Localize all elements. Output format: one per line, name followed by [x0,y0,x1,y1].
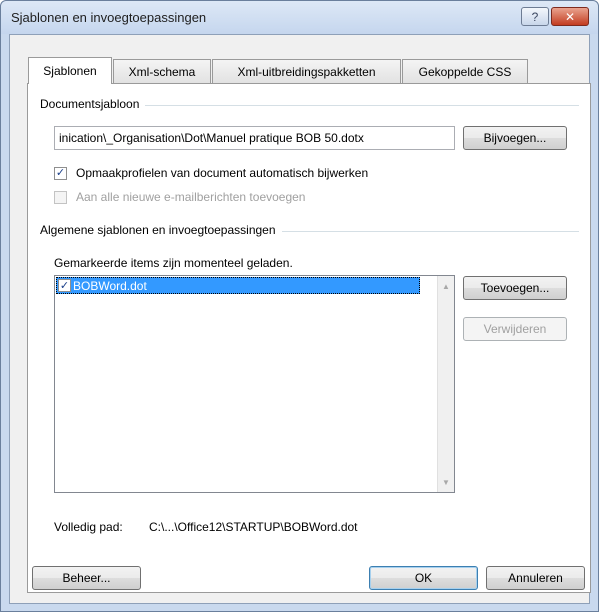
checkmark-icon: ✓ [55,167,66,179]
close-icon: ✕ [564,9,576,24]
tab-label: Xml-schema [128,64,196,79]
auto-update-styles-checkbox[interactable]: ✓ [54,167,67,180]
organizer-button[interactable]: Beheer... [32,566,141,590]
remove-button: Verwijderen [463,317,567,341]
help-button[interactable]: ? [521,7,549,26]
cancel-button[interactable]: Annuleren [486,566,585,590]
ok-button[interactable]: OK [369,566,478,590]
global-templates-group-label: Algemene sjablonen en invoegtoepassingen [40,223,282,237]
list-scrollbar[interactable]: ▲ ▼ [437,276,454,492]
tab-label: Xml-uitbreidingspakketten [237,64,376,79]
list-item[interactable]: ✓ BOBWord.dot [56,277,420,294]
add-button[interactable]: Toevoegen... [463,276,567,300]
attach-to-email-label: Aan alle nieuwe e-mailberichten toevoege… [76,190,306,204]
auto-update-styles-label[interactable]: Opmaakprofielen van document automatisch… [76,166,368,180]
item-checkbox[interactable]: ✓ [58,279,71,292]
full-path-label: Volledig pad: [54,520,123,534]
full-path-value: C:\...\Office12\STARTUP\BOBWord.dot [149,520,358,534]
title-bar[interactable]: Sjablonen en invoegtoepassingen ? ✕ [1,1,598,34]
tab-xml-schema[interactable]: Xml-schema [113,59,211,83]
help-icon: ? [531,9,539,24]
document-template-group-label: Documentsjabloon [40,97,146,111]
tab-label: Gekoppelde CSS [418,64,512,79]
tab-label: Sjablonen [43,64,97,78]
document-template-path-input[interactable]: inication\_Organisation\Dot\Manuel prati… [54,126,455,150]
tab-linked-css[interactable]: Gekoppelde CSS [402,59,528,83]
tab-xml-expansion-packs[interactable]: Xml-uitbreidingspakketten [212,59,401,83]
scroll-up-icon[interactable]: ▲ [438,278,454,295]
dialog-window: Sjablonen en invoegtoepassingen ? ✕ Sjab… [0,0,599,612]
attach-button[interactable]: Bijvoegen... [463,126,567,150]
attach-to-email-checkbox [54,191,67,204]
checkmark-icon: ✓ [59,280,70,292]
window-title: Sjablonen en invoegtoepassingen [11,10,207,25]
list-item-label: BOBWord.dot [73,278,147,293]
loaded-items-caption: Gemarkeerde items zijn momenteel geladen… [54,256,293,270]
global-templates-list[interactable]: ✓ BOBWord.dot ▲ ▼ [54,275,455,493]
tab-sjablonen[interactable]: Sjablonen [28,57,112,84]
close-button[interactable]: ✕ [551,7,589,26]
scroll-down-icon[interactable]: ▼ [438,474,454,491]
